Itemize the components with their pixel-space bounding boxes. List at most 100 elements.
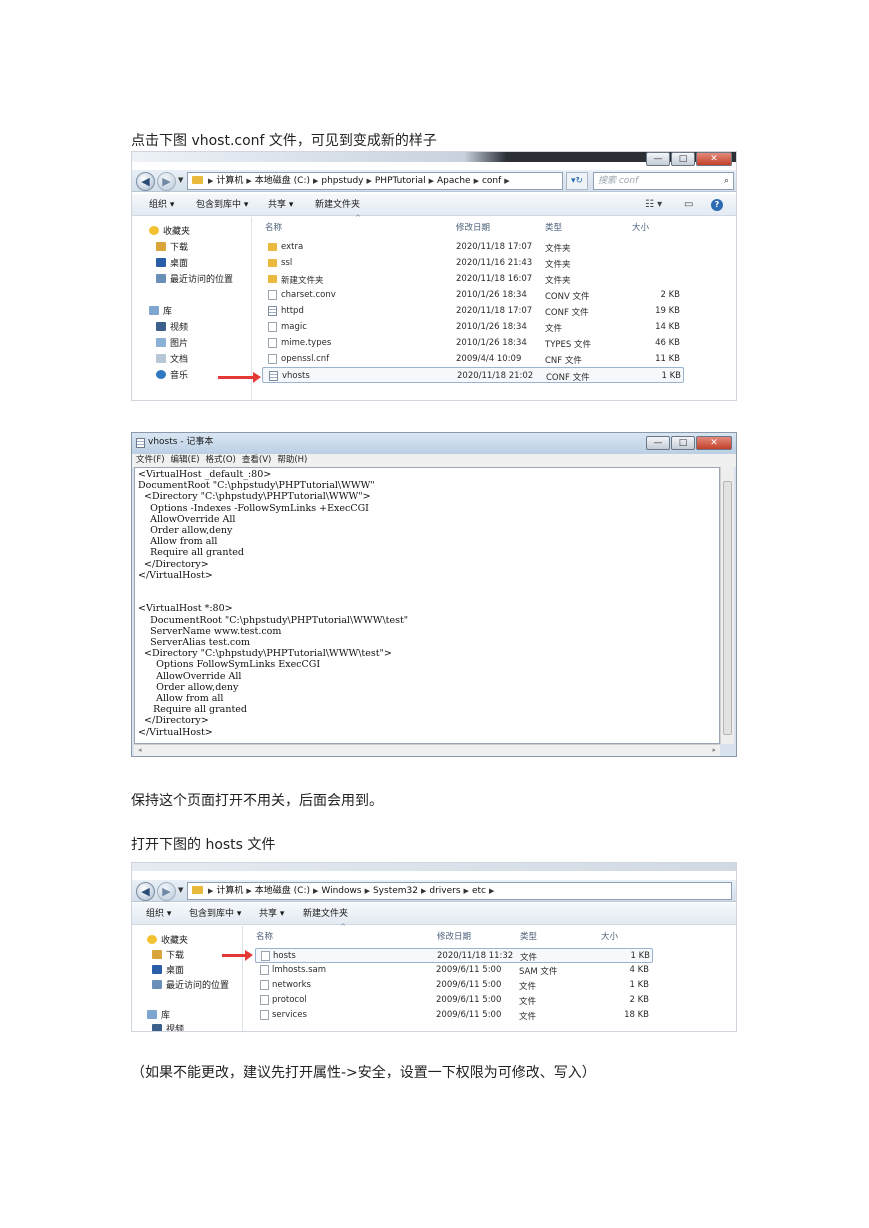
file-date: 2009/6/11 5:00 — [436, 995, 502, 1005]
menu-edit[interactable]: 编辑(E) — [171, 455, 200, 465]
nav-videos[interactable]: 视频 — [152, 1022, 184, 1031]
forward-icon[interactable]: ▶ — [157, 172, 176, 191]
file-row[interactable]: ssl 2020/11/16 21:43 文件夹 — [262, 255, 684, 271]
file-row[interactable]: extra 2020/11/18 17:07 文件夹 — [262, 239, 684, 255]
menu-format[interactable]: 格式(O) — [206, 455, 236, 465]
nav-desktop[interactable]: 桌面 — [156, 256, 188, 269]
nav-pictures[interactable]: 图片 — [156, 336, 188, 349]
breadcrumb-item[interactable]: Apache — [437, 176, 471, 186]
column-header-date[interactable]: 修改日期 — [437, 930, 471, 942]
column-header-name[interactable]: 名称 — [265, 221, 282, 233]
chevron-down-icon[interactable]: ▼ — [178, 176, 183, 184]
new-folder-button[interactable]: 新建文件夹 — [315, 194, 360, 216]
file-row[interactable]: magic 2010/1/26 18:34 文件 14 KB — [262, 319, 684, 335]
address-bar[interactable]: ▶ 计算机 ▶ 本地磁盘 (C:) ▶ phpstudy ▶ PHPTutorial ▶ Apac… — [187, 172, 563, 190]
breadcrumb-item[interactable]: Windows — [321, 886, 361, 896]
breadcrumb-item[interactable]: PHPTutorial — [375, 176, 426, 186]
scrollbar-thumb[interactable] — [723, 481, 732, 735]
file-row[interactable]: networks 2009/6/11 5:00 文件 1 KB — [255, 978, 653, 993]
nav-downloads[interactable]: 下载 — [156, 240, 188, 253]
share-button[interactable]: 共享 ▾ — [259, 903, 284, 925]
menu-view[interactable]: 查看(V) — [242, 455, 271, 465]
nav-documents[interactable]: 文档 — [156, 352, 188, 365]
nav-music[interactable]: 音乐 — [156, 368, 188, 381]
refresh-icon[interactable]: ▾↻ — [566, 172, 588, 190]
column-header-type[interactable]: 类型 — [545, 221, 562, 233]
text-line: <VirtualHost *:80> — [138, 603, 233, 615]
vertical-scrollbar[interactable] — [720, 467, 734, 744]
nav-libraries[interactable]: 库 — [149, 304, 172, 317]
nav-downloads[interactable]: 下载 — [152, 948, 184, 961]
back-icon[interactable]: ◀ — [136, 882, 155, 901]
organize-button[interactable]: 组织 ▾ — [149, 194, 174, 216]
search-icon: ⌕ — [723, 176, 729, 186]
nav-recent[interactable]: 最近访问的位置 — [152, 978, 229, 991]
column-header-size[interactable]: 大小 — [632, 221, 649, 233]
text-line: ServerName www.test.com — [138, 625, 282, 637]
notepad-text-area[interactable]: <VirtualHost _default_:80> DocumentRoot "… — [134, 467, 720, 744]
horizontal-scrollbar[interactable]: ◂ ▸ — [134, 744, 720, 756]
scroll-left-icon[interactable]: ◂ — [138, 745, 142, 756]
breadcrumb-item[interactable]: drivers — [429, 886, 460, 896]
close-icon[interactable]: ✕ — [696, 152, 732, 166]
maximize-icon[interactable]: □ — [671, 152, 695, 166]
navigation-pane: 收藏夹 下载 桌面 最近访问的位置 库 视频 图片 文档 音乐 — [132, 217, 252, 400]
nav-videos[interactable]: 视频 — [156, 320, 188, 333]
documents-icon — [156, 354, 166, 363]
minimize-icon[interactable]: — — [646, 152, 670, 166]
column-header-date[interactable]: 修改日期 — [456, 221, 490, 233]
breadcrumb-item[interactable]: 本地磁盘 (C:) — [255, 176, 310, 186]
view-options-icon[interactable]: ☷ ▾ — [645, 199, 662, 211]
breadcrumb-item[interactable]: 计算机 — [216, 886, 243, 896]
organize-button[interactable]: 组织 ▾ — [146, 903, 171, 925]
file-row[interactable]: httpd 2020/11/18 17:07 CONF 文件 19 KB — [262, 303, 684, 319]
file-name: lmhosts.sam — [272, 965, 327, 975]
breadcrumb-item[interactable]: 本地磁盘 (C:) — [255, 886, 310, 896]
close-icon[interactable]: ✕ — [696, 436, 732, 450]
file-row[interactable]: charset.conv 2010/1/26 18:34 CONV 文件 2 KB — [262, 287, 684, 303]
breadcrumb-item[interactable]: etc — [472, 886, 486, 896]
breadcrumb-item[interactable]: conf — [482, 176, 501, 186]
nav-recent[interactable]: 最近访问的位置 — [156, 272, 233, 285]
help-icon[interactable]: ? — [711, 199, 723, 211]
file-row[interactable]: vhosts 2020/11/18 21:02 CONF 文件 1 KB — [262, 367, 684, 383]
file-row[interactable]: protocol 2009/6/11 5:00 文件 2 KB — [255, 993, 653, 1008]
nav-favorites[interactable]: 收藏夹 — [147, 933, 188, 946]
breadcrumb-item[interactable]: System32 — [373, 886, 418, 896]
minimize-icon[interactable]: — — [646, 436, 670, 450]
file-icon — [268, 322, 277, 332]
include-in-library-button[interactable]: 包含到库中 ▾ — [189, 903, 241, 925]
breadcrumb-item[interactable]: phpstudy — [321, 176, 363, 186]
nav-desktop[interactable]: 桌面 — [152, 963, 184, 976]
forward-icon[interactable]: ▶ — [157, 882, 176, 901]
back-icon[interactable]: ◀ — [136, 172, 155, 191]
column-header-type[interactable]: 类型 — [520, 930, 537, 942]
column-header-size[interactable]: 大小 — [601, 930, 618, 942]
menu-help[interactable]: 帮助(H) — [277, 455, 307, 465]
maximize-icon[interactable]: □ — [671, 436, 695, 450]
file-row[interactable]: lmhosts.sam 2009/6/11 5:00 SAM 文件 4 KB — [255, 963, 653, 978]
search-input[interactable]: 搜索 conf ⌕ — [593, 172, 734, 190]
include-in-library-button[interactable]: 包含到库中 ▾ — [196, 194, 248, 216]
nav-favorites[interactable]: 收藏夹 — [149, 224, 190, 237]
scroll-right-icon[interactable]: ▸ — [712, 745, 716, 756]
nav-libraries[interactable]: 库 — [147, 1008, 170, 1021]
text-line: DocumentRoot "C:\phpstudy\PHPTutorial\WW… — [138, 480, 375, 492]
share-button[interactable]: 共享 ▾ — [268, 194, 293, 216]
file-date: 2020/11/18 17:07 — [456, 306, 533, 316]
file-type: 文件夹 — [545, 244, 571, 254]
file-row[interactable]: hosts 2020/11/18 11:32 文件 1 KB — [255, 948, 653, 963]
explorer-window-etc: ◀ ▶ ▼ ▶ 计算机 ▶ 本地磁盘 (C:) ▶ Windows ▶ System32 ▶ dr… — [131, 862, 737, 1032]
breadcrumb-item[interactable]: 计算机 — [216, 176, 243, 186]
chevron-down-icon[interactable]: ▼ — [178, 886, 183, 894]
column-header-name[interactable]: 名称 — [256, 930, 273, 942]
file-row[interactable]: 新建文件夹 2020/11/18 16:07 文件夹 — [262, 271, 684, 287]
recent-places-icon — [152, 980, 162, 989]
menu-file[interactable]: 文件(F) — [136, 455, 165, 465]
file-row[interactable]: openssl.cnf 2009/4/4 10:09 CNF 文件 11 KB — [262, 351, 684, 367]
file-row[interactable]: mime.types 2010/1/26 18:34 TYPES 文件 46 KB — [262, 335, 684, 351]
address-bar[interactable]: ▶ 计算机 ▶ 本地磁盘 (C:) ▶ Windows ▶ System32 ▶ drivers ▶… — [187, 882, 732, 900]
file-row[interactable]: services 2009/6/11 5:00 文件 18 KB — [255, 1008, 653, 1023]
preview-pane-icon[interactable]: ▭ — [684, 199, 693, 211]
new-folder-button[interactable]: 新建文件夹 — [303, 903, 348, 925]
